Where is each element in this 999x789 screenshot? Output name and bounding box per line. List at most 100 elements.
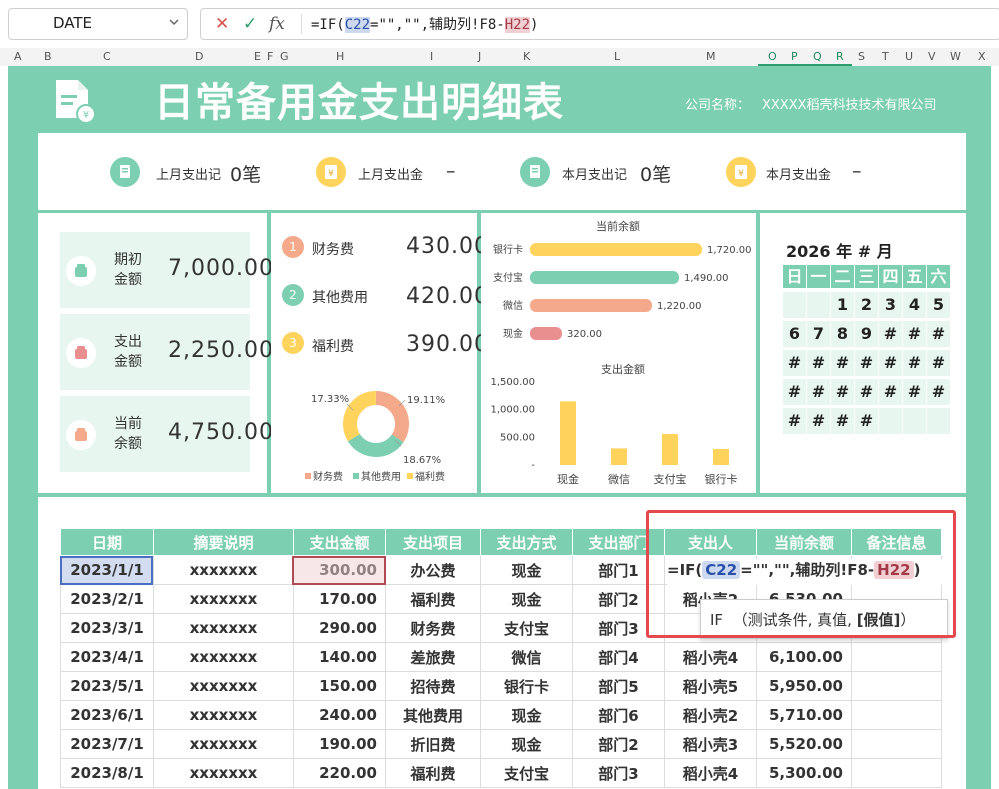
table-cell[interactable]: 部门6	[572, 700, 665, 730]
column-header[interactable]: K	[523, 50, 530, 63]
calendar-day[interactable]: #	[807, 350, 830, 376]
column-header[interactable]: L	[614, 50, 620, 63]
calendar-day[interactable]: 8	[831, 321, 854, 347]
table-cell[interactable]: 部门5	[572, 671, 665, 701]
calendar-day[interactable]: #	[903, 350, 926, 376]
calendar-day[interactable]: #	[855, 350, 878, 376]
column-header-cell[interactable]: 支出金额	[293, 528, 386, 556]
table-cell[interactable]: 招待费	[385, 671, 481, 701]
table-cell[interactable]: xxxxxxx	[153, 758, 294, 788]
table-cell[interactable]: 5,520.00	[756, 729, 852, 759]
table-cell[interactable]	[851, 671, 942, 701]
table-cell[interactable]: 其他费用	[385, 700, 481, 730]
column-header[interactable]: G	[280, 50, 289, 63]
column-header[interactable]: A	[14, 50, 22, 63]
table-cell[interactable]: 稻小壳2	[664, 700, 757, 730]
table-cell[interactable]: 240.00	[293, 700, 386, 730]
table-cell[interactable]: 2023/4/1	[60, 642, 154, 672]
name-box[interactable]: DATE	[8, 8, 188, 40]
table-cell[interactable]	[851, 642, 942, 672]
column-header[interactable]: R	[836, 50, 844, 63]
column-header[interactable]: I	[430, 50, 433, 63]
table-cell[interactable]: 170.00	[293, 584, 386, 614]
calendar-day[interactable]: 7	[807, 321, 830, 347]
column-header[interactable]: H	[336, 50, 344, 63]
calendar-day[interactable]: #	[855, 408, 878, 434]
table-cell[interactable]: 6,100.00	[756, 642, 852, 672]
column-header[interactable]: S	[858, 50, 865, 63]
calendar-day[interactable]: 6	[783, 321, 806, 347]
table-cell[interactable]: 220.00	[293, 758, 386, 788]
column-header[interactable]: F	[267, 50, 273, 63]
calendar-day[interactable]	[783, 292, 806, 318]
table-cell[interactable]: 稻小壳4	[664, 758, 757, 788]
column-header[interactable]: X	[978, 50, 986, 63]
column-header[interactable]: M	[706, 50, 716, 63]
calendar-day[interactable]	[903, 408, 926, 434]
calendar-day[interactable]	[879, 408, 902, 434]
table-cell[interactable]: 支付宝	[480, 758, 573, 788]
table-cell[interactable]: 现金	[480, 729, 573, 759]
column-header[interactable]: T	[882, 50, 889, 63]
column-header-cell[interactable]: 日期	[60, 528, 154, 556]
calendar-day[interactable]: #	[855, 379, 878, 405]
column-header[interactable]: V	[928, 50, 936, 63]
table-cell[interactable]: 2023/8/1	[60, 758, 154, 788]
table-cell[interactable]: 折旧费	[385, 729, 481, 759]
column-header[interactable]: E	[254, 50, 261, 63]
table-cell[interactable]: 150.00	[293, 671, 386, 701]
table-cell[interactable]: 部门4	[572, 642, 665, 672]
calendar-day[interactable]: #	[879, 379, 902, 405]
table-cell[interactable]: xxxxxxx	[153, 671, 294, 701]
table-cell[interactable]: 5,950.00	[756, 671, 852, 701]
table-cell[interactable]: 财务费	[385, 613, 481, 643]
table-cell[interactable]: 现金	[480, 555, 573, 585]
table-cell[interactable]: 现金	[480, 584, 573, 614]
table-cell[interactable]: 290.00	[293, 613, 386, 643]
table-cell[interactable]: 现金	[480, 700, 573, 730]
table-cell[interactable]: 差旅费	[385, 642, 481, 672]
calendar-day[interactable]: #	[783, 379, 806, 405]
table-cell[interactable]: xxxxxxx	[153, 613, 294, 643]
column-header[interactable]: C	[103, 50, 111, 63]
calendar-day[interactable]: #	[927, 350, 950, 376]
calendar-day[interactable]: 9	[855, 321, 878, 347]
formula-input[interactable]: ✕ ✓ fx =IF(C22="","",辅助列!F8-H22)	[200, 8, 999, 40]
table-cell[interactable]: 福利费	[385, 758, 481, 788]
table-cell[interactable]	[851, 758, 942, 788]
column-header[interactable]: O	[768, 50, 777, 63]
calendar-day[interactable]: #	[807, 379, 830, 405]
calendar-day[interactable]: #	[783, 408, 806, 434]
column-header[interactable]: J	[478, 50, 481, 63]
calendar-day[interactable]: 2	[855, 292, 878, 318]
calendar-day[interactable]: #	[879, 321, 902, 347]
calendar-day[interactable]: #	[831, 379, 854, 405]
table-cell[interactable]: 福利费	[385, 584, 481, 614]
function-icon[interactable]: fx	[269, 14, 285, 34]
column-header[interactable]: B	[44, 50, 52, 63]
calendar-day[interactable]: 1	[831, 292, 854, 318]
table-cell[interactable]: xxxxxxx	[153, 700, 294, 730]
calendar-day[interactable]: 3	[879, 292, 902, 318]
calendar-day[interactable]: #	[831, 408, 854, 434]
table-cell[interactable]	[851, 700, 942, 730]
calendar-day[interactable]: #	[807, 408, 830, 434]
column-header[interactable]: D	[195, 50, 203, 63]
calendar-day[interactable]	[927, 408, 950, 434]
column-header[interactable]: Q	[813, 50, 822, 63]
column-header[interactable]: W	[950, 50, 961, 63]
table-cell[interactable]: xxxxxxx	[153, 584, 294, 614]
table-cell[interactable]: 部门3	[572, 758, 665, 788]
calendar-day[interactable]: #	[903, 321, 926, 347]
table-cell[interactable]: xxxxxxx	[153, 642, 294, 672]
table-cell[interactable]: xxxxxxx	[153, 555, 294, 585]
calendar-day[interactable]: #	[879, 350, 902, 376]
table-cell[interactable]: 支付宝	[480, 613, 573, 643]
calendar-day[interactable]: 4	[903, 292, 926, 318]
table-cell[interactable]: 190.00	[293, 729, 386, 759]
table-cell[interactable]: 稻小壳5	[664, 671, 757, 701]
column-header-cell[interactable]: 摘要说明	[153, 528, 294, 556]
calendar-day[interactable]	[807, 292, 830, 318]
formula-text[interactable]: =IF(C22="","",辅助列!F8-H22)	[311, 14, 538, 34]
calendar-day[interactable]: #	[783, 350, 806, 376]
